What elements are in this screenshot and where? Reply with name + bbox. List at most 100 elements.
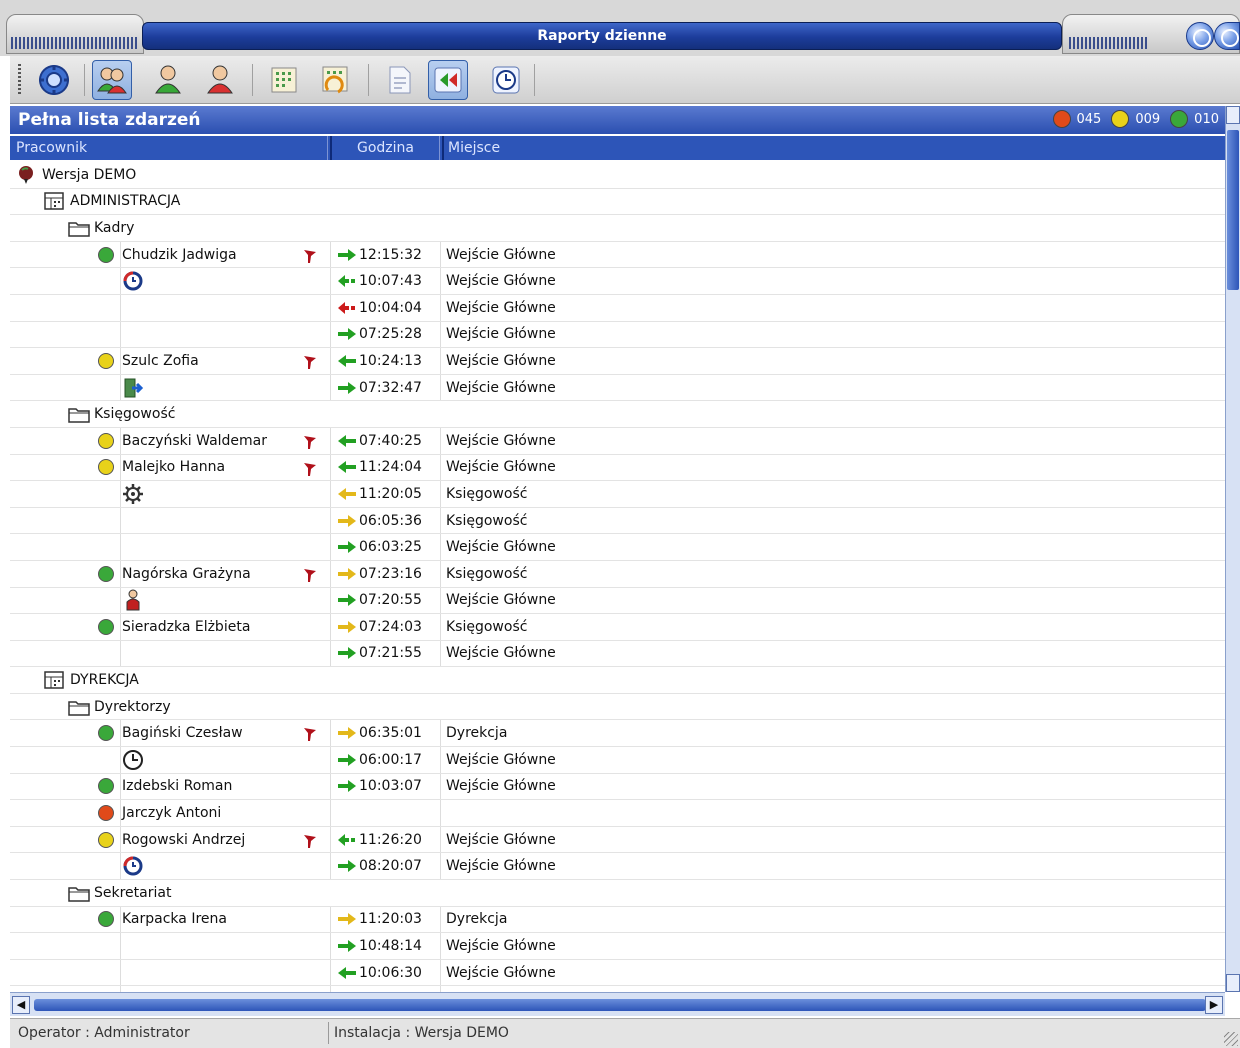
- place-cell: Wejście Główne: [446, 831, 556, 848]
- back-icon[interactable]: [428, 60, 468, 100]
- place-cell: Wejście Główne: [446, 326, 556, 343]
- employee-name[interactable]: Jarczyk Antoni: [122, 805, 221, 821]
- table-row[interactable]: 07:21:55 Wejście Główne: [10, 640, 1225, 668]
- table-row[interactable]: Bagiński Czesław 06:35:01 Dyrekcja: [10, 720, 1225, 748]
- employee-name[interactable]: Karpacka Irena: [122, 911, 227, 927]
- title-grip-left[interactable]: [6, 14, 144, 54]
- tree-group[interactable]: Księgowość: [10, 401, 1225, 428]
- grid-icon[interactable]: [264, 60, 304, 100]
- tree-department[interactable]: DYREKCJA: [10, 667, 1225, 694]
- time-cell: 06:35:01: [330, 720, 441, 747]
- tree-root[interactable]: Wersja DEMO: [10, 162, 1225, 189]
- tree-label[interactable]: ADMINISTRACJA: [70, 193, 180, 209]
- column-time[interactable]: Godzina: [330, 136, 440, 160]
- table-row[interactable]: 06:05:36 Księgowość: [10, 507, 1225, 535]
- tree-department[interactable]: ADMINISTRACJA: [10, 189, 1225, 216]
- table-row[interactable]: 10:48:14 Wejście Główne: [10, 933, 1225, 960]
- folder-icon: [68, 700, 90, 716]
- employee-name[interactable]: Sieradzka Elżbieta: [122, 619, 250, 635]
- place-cell: Wejście Główne: [446, 751, 556, 768]
- table-row[interactable]: 07:32:47 Wejście Główne: [10, 374, 1225, 402]
- place-cell: Księgowość: [446, 485, 528, 502]
- table-row[interactable]: 11:20:05 Księgowość: [10, 481, 1225, 508]
- red-count: 045: [1076, 111, 1102, 127]
- time-cell: 07:21:55: [330, 640, 441, 667]
- table-row[interactable]: 06:03:25 Wejście Główne: [10, 534, 1225, 561]
- employee-name[interactable]: Malejko Hanna: [122, 459, 225, 475]
- minimize-icon[interactable]: [1186, 22, 1214, 50]
- employee-name[interactable]: Bagiński Czesław: [122, 725, 243, 741]
- tree-label[interactable]: Dyrektorzy: [94, 699, 171, 715]
- vertical-scrollbar[interactable]: [1225, 106, 1240, 992]
- scroll-down-button[interactable]: [1226, 974, 1240, 992]
- horizontal-scroll-thumb[interactable]: [34, 999, 1206, 1011]
- tree-label[interactable]: Księgowość: [94, 406, 175, 422]
- resize-grip[interactable]: [1224, 1032, 1238, 1046]
- table-row[interactable]: Chudzik Jadwiga 12:15:32 Wejście Główne: [10, 241, 1225, 269]
- entry-arrow-icon: [338, 381, 356, 394]
- employee-name[interactable]: Rogowski Andrzej: [122, 832, 245, 848]
- employee-name[interactable]: Nagórska Grażyna: [122, 566, 251, 582]
- event-list[interactable]: Wersja DEMO ADMINISTRACJA Kadry Chudzik Jad…: [10, 162, 1225, 992]
- event-time: 11:26:20: [359, 831, 422, 848]
- employee-name[interactable]: Szulc Zofia: [122, 353, 199, 369]
- tree-label[interactable]: Wersja DEMO: [42, 167, 136, 183]
- table-row[interactable]: 08:20:07 Wejście Główne: [10, 853, 1225, 881]
- table-row[interactable]: Karpacka Irena 11:20:03 Dyrekcja: [10, 906, 1225, 934]
- table-row[interactable]: 07:20:55 Wejście Główne: [10, 587, 1225, 615]
- time-cell: 07:24:03: [330, 614, 441, 640]
- scroll-right-button[interactable]: ▶: [1205, 996, 1223, 1014]
- employee-name[interactable]: Baczyński Waldemar: [122, 433, 267, 449]
- table-row[interactable]: Nagórska Grażyna 07:23:16 Księgowość: [10, 560, 1225, 588]
- table-row[interactable]: Jarczyk Antoni: [10, 800, 1225, 827]
- table-row[interactable]: 10:06:30 Wejście Główne: [10, 959, 1225, 987]
- employee-name[interactable]: Chudzik Jadwiga: [122, 247, 237, 263]
- horizontal-scrollbar[interactable]: ◀ ▶: [10, 992, 1225, 1016]
- entry-arrow-icon: [338, 248, 356, 261]
- document-icon[interactable]: [380, 60, 420, 100]
- tree-label[interactable]: DYREKCJA: [70, 672, 139, 688]
- tree-group[interactable]: Dyrektorzy: [10, 694, 1225, 721]
- pin-icon: [19, 165, 33, 184]
- table-row[interactable]: 06:00:17 Wejście Główne: [10, 747, 1225, 774]
- vertical-scroll-thumb[interactable]: [1227, 130, 1239, 290]
- event-time: 07:20:55: [359, 592, 422, 609]
- table-row[interactable]: Rogowski Andrzej 11:26:20 Wejście Główne: [10, 826, 1225, 854]
- scroll-left-button[interactable]: ◀: [12, 996, 30, 1014]
- place-cell: Księgowość: [446, 512, 528, 529]
- employee-name[interactable]: Izdebski Roman: [122, 778, 232, 794]
- table-row[interactable]: 10:04:04 Wejście Główne: [10, 294, 1225, 322]
- department-icon: [44, 671, 64, 689]
- yellow-status-icon: [98, 459, 114, 476]
- exit-arrow-icon: [338, 301, 355, 314]
- tree-label[interactable]: Sekretariat: [94, 885, 171, 901]
- column-place[interactable]: Miejsce: [442, 136, 1225, 160]
- yellow-count: 009: [1135, 111, 1161, 127]
- status-counters: 045 009 010: [1049, 110, 1219, 128]
- column-employee[interactable]: Pracownik: [10, 136, 328, 160]
- exit-arrow-icon: [338, 434, 356, 447]
- place-cell: Wejście Główne: [446, 592, 556, 609]
- table-row[interactable]: Izdebski Roman 10:03:07 Wejście Główne: [10, 773, 1225, 801]
- tree-label[interactable]: Kadry: [94, 220, 134, 236]
- users-icon[interactable]: [92, 60, 132, 100]
- place-cell: Wejście Główne: [446, 938, 556, 955]
- user-green-icon[interactable]: [148, 60, 188, 100]
- table-row[interactable]: 07:25:28 Wejście Główne: [10, 321, 1225, 349]
- toolbar-grip[interactable]: [18, 64, 21, 96]
- time-cell: 07:20:55: [330, 587, 441, 614]
- tree-group[interactable]: Kadry: [10, 215, 1225, 242]
- entry-arrow-icon: [338, 567, 356, 580]
- table-row[interactable]: Malejko Hanna 11:24:04 Wejście Główne: [10, 454, 1225, 482]
- scroll-up-button[interactable]: [1226, 106, 1240, 124]
- grid-refresh-icon[interactable]: [316, 60, 356, 100]
- tree-group[interactable]: Sekretariat: [10, 880, 1225, 907]
- settings-icon[interactable]: [34, 60, 74, 100]
- table-row[interactable]: Sieradzka Elżbieta 07:24:03 Księgowość: [10, 614, 1225, 641]
- close-icon[interactable]: [1214, 22, 1240, 50]
- table-row[interactable]: 10:07:43 Wejście Główne: [10, 268, 1225, 295]
- user-red-icon[interactable]: [200, 60, 240, 100]
- table-row[interactable]: Szulc Zofia 10:24:13 Wejście Główne: [10, 348, 1225, 375]
- table-row[interactable]: Baczyński Waldemar 07:40:25 Wejście Główne: [10, 427, 1225, 455]
- clock-icon[interactable]: [486, 60, 526, 100]
